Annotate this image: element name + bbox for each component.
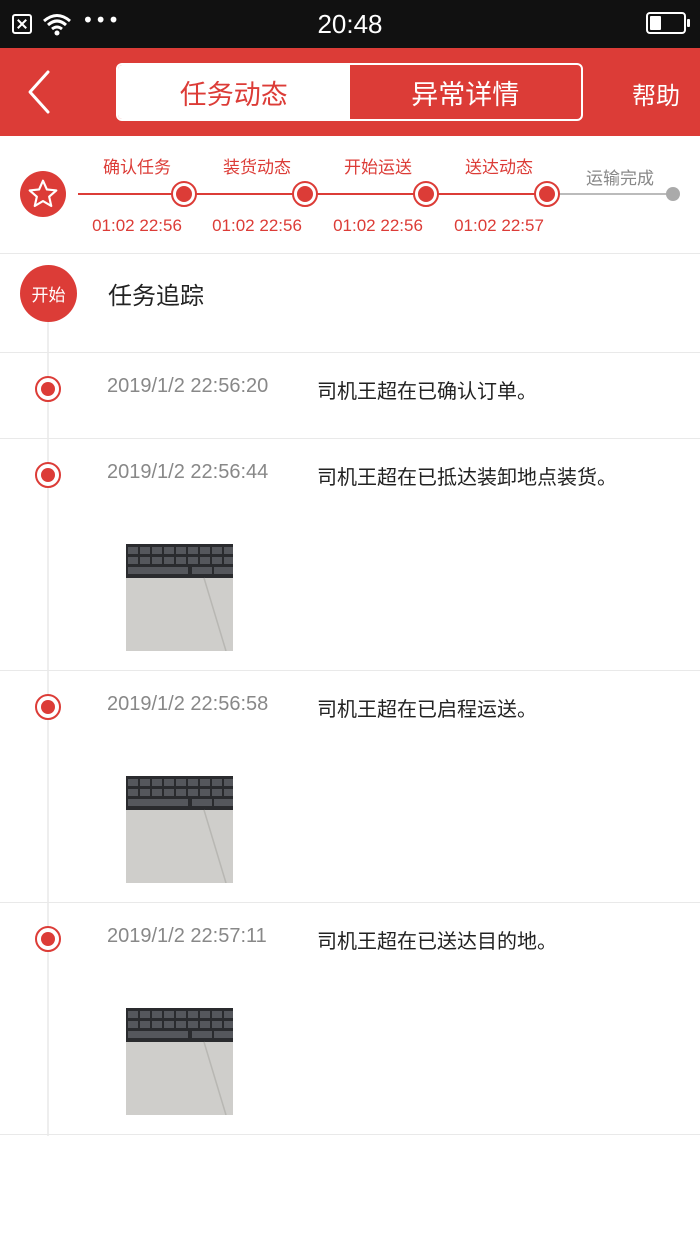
event-text: 司机王超在已抵达装卸地点装货。 [317, 465, 617, 489]
event-time: 2019/1/2 22:56:58 [107, 693, 269, 715]
photo-thumbnail [126, 544, 233, 651]
tracking-title: 任务追踪 [108, 282, 204, 310]
status-bar: ••• 20:48 [0, 0, 700, 48]
event-text: 司机王超在已送达目的地。 [317, 929, 557, 953]
step-dot [292, 181, 318, 207]
step-time: 01:02 22:56 [92, 216, 182, 235]
back-button[interactable] [18, 68, 62, 116]
event-time: 2019/1/2 22:57:11 [107, 925, 267, 947]
step-label: 确认任务 [103, 158, 171, 178]
progress-tracker: 确认任务 01:02 22:56 装货动态 01:02 22:56 开始运送 0… [0, 136, 700, 254]
step-dot [534, 181, 560, 207]
chevron-left-icon [28, 70, 50, 114]
battery-level [650, 16, 661, 30]
event-dot [35, 462, 61, 488]
event-dot [35, 926, 61, 952]
step-label-final: 运输完成 [586, 169, 654, 189]
step-label: 送达动态 [465, 158, 533, 178]
photo-thumbnail [126, 776, 233, 883]
event-dot [35, 694, 61, 720]
help-button[interactable]: 帮助 [632, 76, 680, 111]
step-label: 开始运送 [344, 158, 412, 178]
step-time: 01:02 22:56 [212, 216, 302, 235]
start-badge: 开始 [20, 265, 77, 322]
event-photo[interactable] [126, 776, 233, 883]
segmented-tabs: 任务动态 异常详情 [116, 63, 583, 121]
tracking-header: 开始 任务追踪 [0, 254, 700, 353]
photo-thumbnail [126, 1008, 233, 1115]
event-text: 司机王超在已启程运送。 [317, 697, 537, 721]
progress-star-badge [20, 171, 66, 217]
event-time: 2019/1/2 22:56:44 [107, 461, 269, 483]
event-text: 司机王超在已确认订单。 [317, 379, 537, 403]
tab-exception-details[interactable]: 异常详情 [350, 65, 582, 119]
event-photo[interactable] [126, 544, 233, 651]
step-dot [413, 181, 439, 207]
header: 任务动态 异常详情 帮助 [0, 48, 700, 136]
timeline-event: 2019/1/2 22:57:11 司机王超在已送达目的地。 [0, 903, 700, 1135]
step-dot-pending [666, 187, 680, 201]
timeline-event: 2019/1/2 22:56:58 司机王超在已启程运送。 [0, 671, 700, 903]
event-time: 2019/1/2 22:56:20 [107, 375, 269, 397]
event-photo[interactable] [126, 1008, 233, 1115]
event-dot [35, 376, 61, 402]
step-dot [171, 181, 197, 207]
tab-task-status[interactable]: 任务动态 [118, 65, 350, 119]
step-time: 01:02 22:57 [454, 216, 544, 235]
progress-line-pending [546, 193, 672, 195]
timeline-event: 2019/1/2 22:56:44 司机王超在已抵达装卸地点装货。 [0, 439, 700, 671]
star-icon [28, 179, 58, 208]
status-time: 20:48 [317, 9, 383, 39]
battery-icon [646, 12, 690, 34]
step-time: 01:02 22:56 [333, 216, 423, 235]
timeline-event: 2019/1/2 22:56:20 司机王超在已确认订单。 [0, 353, 700, 439]
step-label: 装货动态 [223, 158, 291, 178]
